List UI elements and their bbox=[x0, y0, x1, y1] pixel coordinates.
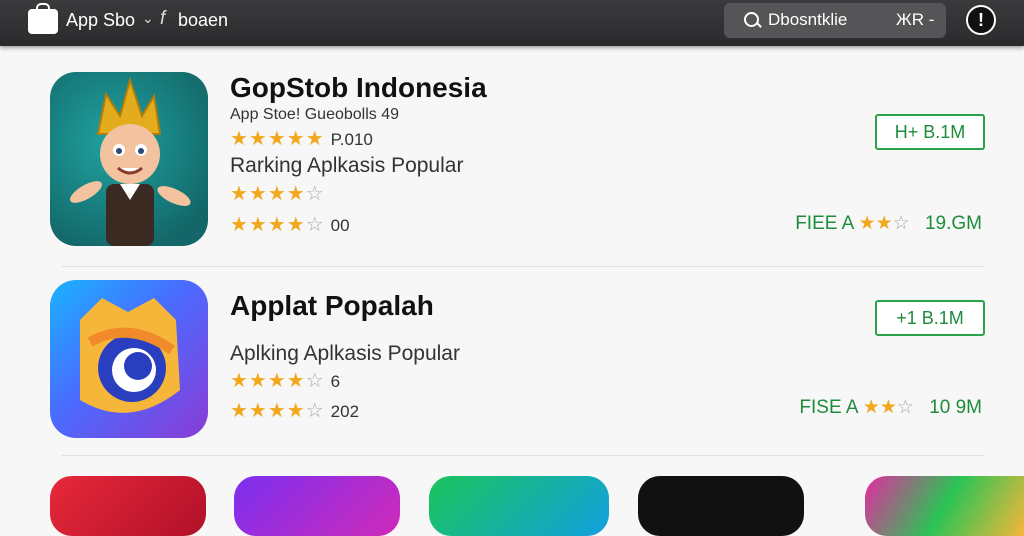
strip-app-icon-1[interactable] bbox=[50, 476, 206, 536]
rating-stars: ★★★★☆ 00 bbox=[230, 214, 350, 236]
facebook-icon[interactable]: f bbox=[160, 8, 165, 30]
get-button[interactable]: +1 B.1M bbox=[875, 300, 985, 336]
strip-app-icon-2[interactable] bbox=[234, 476, 400, 536]
divider bbox=[62, 455, 984, 456]
colorful-swirl-icon[interactable] bbox=[50, 280, 208, 438]
chevron-down-icon[interactable]: ⌄ bbox=[142, 10, 154, 27]
rating-value: 6 bbox=[330, 372, 341, 391]
app-row-1[interactable]: GopStob Indonesia App Stoe! Gueobolls 49… bbox=[0, 60, 1024, 265]
strip-app-icon-5[interactable] bbox=[865, 476, 1024, 536]
app-row-2[interactable]: Applat Popalah Aplking Aplkasis Popular … bbox=[0, 270, 1024, 455]
account-name[interactable]: boaen bbox=[178, 10, 228, 31]
rating-value: 202 bbox=[330, 402, 360, 421]
rating-stars: ★★★★☆ 6 bbox=[230, 370, 341, 392]
search-text: Dbosntklie bbox=[768, 10, 848, 29]
bag-icon[interactable] bbox=[28, 3, 58, 34]
alert-icon[interactable]: ! bbox=[966, 5, 996, 35]
price-line[interactable]: FIEE A ★★☆ 19.GM bbox=[795, 212, 982, 235]
app-subtitle: App Stoe! Gueobolls 49 bbox=[230, 106, 400, 123]
price-label: FIEE A bbox=[795, 213, 854, 234]
rating-stars: ★★★★☆ bbox=[230, 183, 325, 205]
app-name[interactable]: Applat Popalah bbox=[230, 290, 434, 322]
cartoon-mascot-icon[interactable] bbox=[50, 72, 208, 246]
top-bar: App Sbo ⌄ f boaen Dbosntklie ЖR - ! bbox=[0, 0, 1024, 46]
rating-value: P.010 bbox=[330, 130, 373, 149]
strip-app-icon-4[interactable] bbox=[638, 476, 804, 536]
price-line[interactable]: FISE A ★★☆ 10 9M bbox=[799, 396, 982, 419]
rating-stars: ★★★★★ P.010 bbox=[230, 128, 373, 150]
rating-value: 00 bbox=[330, 216, 350, 235]
strip-app-icon-3[interactable] bbox=[429, 476, 609, 536]
search-icon bbox=[744, 12, 759, 27]
app-description: Rarking Aplkasis Popular bbox=[230, 154, 464, 177]
divider bbox=[62, 266, 984, 267]
app-description: Aplking Aplkasis Popular bbox=[230, 342, 460, 365]
app-name[interactable]: GopStob Indonesia bbox=[230, 72, 487, 104]
app-size: 19.GM bbox=[924, 213, 982, 234]
get-button[interactable]: H+ B.1M bbox=[875, 114, 985, 150]
search-filter[interactable]: ЖR - bbox=[896, 10, 934, 30]
price-label: FISE A bbox=[799, 397, 858, 418]
search-input[interactable]: Dbosntklie ЖR - bbox=[724, 3, 946, 38]
rating-stars: ★★★★☆ 202 bbox=[230, 400, 360, 422]
app-title[interactable]: App Sbo bbox=[66, 10, 135, 31]
app-size: 10 9M bbox=[929, 397, 982, 418]
